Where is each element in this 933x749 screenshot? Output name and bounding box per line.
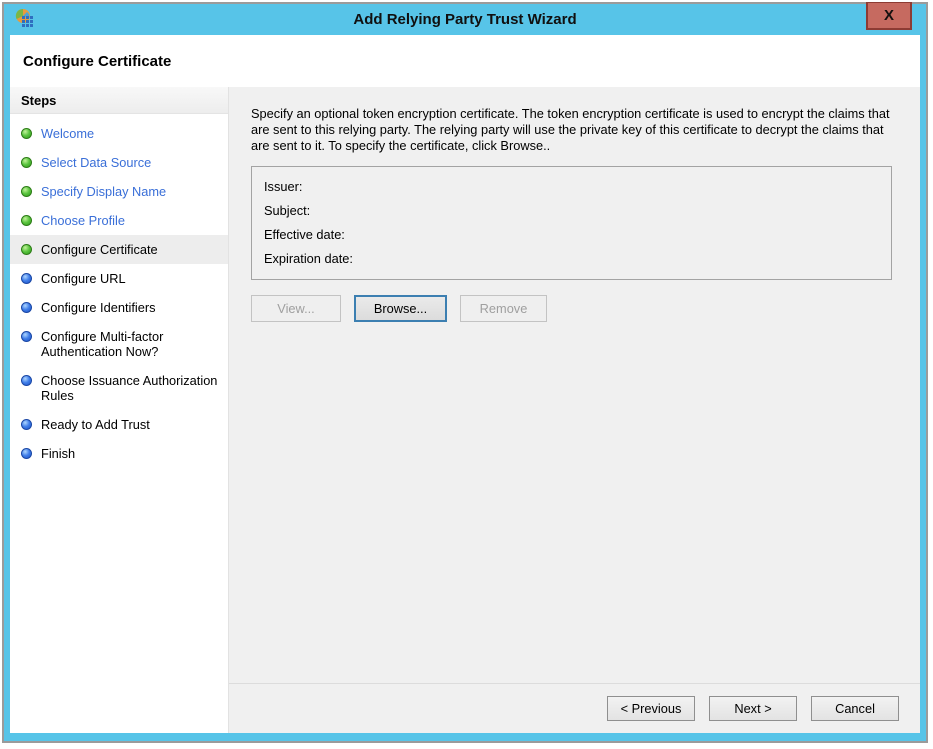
step-completed-icon bbox=[21, 157, 32, 168]
sidebar-item-configure-mfa: Configure Multi-factor Authentication No… bbox=[10, 322, 228, 366]
cert-field-label: Issuer: bbox=[264, 179, 302, 194]
cert-field-effective-date: Effective date: bbox=[264, 222, 879, 246]
sidebar-item-welcome[interactable]: Welcome bbox=[10, 119, 228, 148]
steps-list: Welcome Select Data Source Specify Displ… bbox=[10, 114, 228, 468]
step-upcoming-icon bbox=[21, 302, 32, 313]
steps-sidebar: Steps Welcome Select Data Source Spec bbox=[10, 87, 229, 733]
step-description: Specify an optional token encryption cer… bbox=[251, 106, 892, 154]
wizard-footer: < Previous Next > Cancel bbox=[229, 683, 920, 733]
adfs-wizard-icon bbox=[14, 8, 36, 30]
view-button[interactable]: View... bbox=[251, 295, 341, 322]
cert-field-issuer: Issuer: bbox=[264, 174, 879, 198]
sidebar-item-label: Configure URL bbox=[41, 271, 126, 286]
wizard-window: Add Relying Party Trust Wizard X Configu… bbox=[2, 2, 928, 743]
sidebar-item-label: Ready to Add Trust bbox=[41, 417, 150, 432]
window-title: Add Relying Party Trust Wizard bbox=[4, 11, 926, 28]
remove-button[interactable]: Remove bbox=[460, 295, 547, 322]
sidebar-item-finish: Finish bbox=[10, 439, 228, 468]
sidebar-item-ready-to-add-trust: Ready to Add Trust bbox=[10, 410, 228, 439]
step-upcoming-icon bbox=[21, 448, 32, 459]
sidebar-item-label: Configure Certificate bbox=[41, 242, 158, 257]
sidebar-item-label: Specify Display Name bbox=[41, 184, 166, 199]
step-completed-icon bbox=[21, 186, 32, 197]
cancel-button[interactable]: Cancel bbox=[811, 696, 899, 721]
sidebar-item-label: Select Data Source bbox=[41, 155, 151, 170]
page-header: Configure Certificate bbox=[10, 35, 920, 87]
next-button[interactable]: Next > bbox=[709, 696, 797, 721]
browse-button[interactable]: Browse... bbox=[354, 295, 447, 322]
step-completed-icon bbox=[21, 215, 32, 226]
sidebar-item-label: Welcome bbox=[41, 126, 94, 141]
close-button[interactable]: X bbox=[866, 2, 912, 30]
page-title: Configure Certificate bbox=[23, 53, 171, 70]
cert-field-expiration-date: Expiration date: bbox=[264, 246, 879, 270]
sidebar-item-specify-display-name[interactable]: Specify Display Name bbox=[10, 177, 228, 206]
close-icon: X bbox=[884, 7, 894, 24]
sidebar-item-choose-issuance-authorization-rules: Choose Issuance Authorization Rules bbox=[10, 366, 228, 410]
sidebar-item-configure-certificate[interactable]: Configure Certificate bbox=[10, 235, 228, 264]
steps-header: Steps bbox=[10, 87, 228, 114]
sidebar-item-label: Finish bbox=[41, 446, 75, 461]
sidebar-item-configure-url: Configure URL bbox=[10, 264, 228, 293]
step-upcoming-icon bbox=[21, 419, 32, 430]
step-completed-icon bbox=[21, 128, 32, 139]
step-current-icon bbox=[21, 244, 32, 255]
sidebar-item-label: Choose Profile bbox=[41, 213, 125, 228]
cert-field-label: Effective date: bbox=[264, 227, 345, 242]
previous-button[interactable]: < Previous bbox=[607, 696, 695, 721]
certificate-actions: View... Browse... Remove bbox=[251, 295, 892, 322]
sidebar-item-configure-identifiers: Configure Identifiers bbox=[10, 293, 228, 322]
sidebar-item-choose-profile[interactable]: Choose Profile bbox=[10, 206, 228, 235]
main-panel: Specify an optional token encryption cer… bbox=[229, 87, 920, 733]
sidebar-item-select-data-source[interactable]: Select Data Source bbox=[10, 148, 228, 177]
step-upcoming-icon bbox=[21, 375, 32, 386]
cert-field-subject: Subject: bbox=[264, 198, 879, 222]
sidebar-item-label: Configure Identifiers bbox=[41, 300, 156, 315]
cert-field-label: Expiration date: bbox=[264, 251, 353, 266]
sidebar-item-label: Configure Multi-factor Authentication No… bbox=[41, 329, 220, 359]
step-upcoming-icon bbox=[21, 331, 32, 342]
titlebar: Add Relying Party Trust Wizard X bbox=[4, 4, 926, 35]
certificate-info-box: Issuer: Subject: Effective date: bbox=[251, 166, 892, 280]
sidebar-item-label: Choose Issuance Authorization Rules bbox=[41, 373, 220, 403]
step-upcoming-icon bbox=[21, 273, 32, 284]
main-content: Specify an optional token encryption cer… bbox=[229, 87, 920, 683]
screen: Add Relying Party Trust Wizard X Configu… bbox=[0, 0, 933, 749]
wizard-body: Steps Welcome Select Data Source Spec bbox=[10, 87, 920, 733]
window-content: Configure Certificate Steps Welcome Sele… bbox=[10, 35, 920, 733]
cert-field-label: Subject: bbox=[264, 203, 310, 218]
